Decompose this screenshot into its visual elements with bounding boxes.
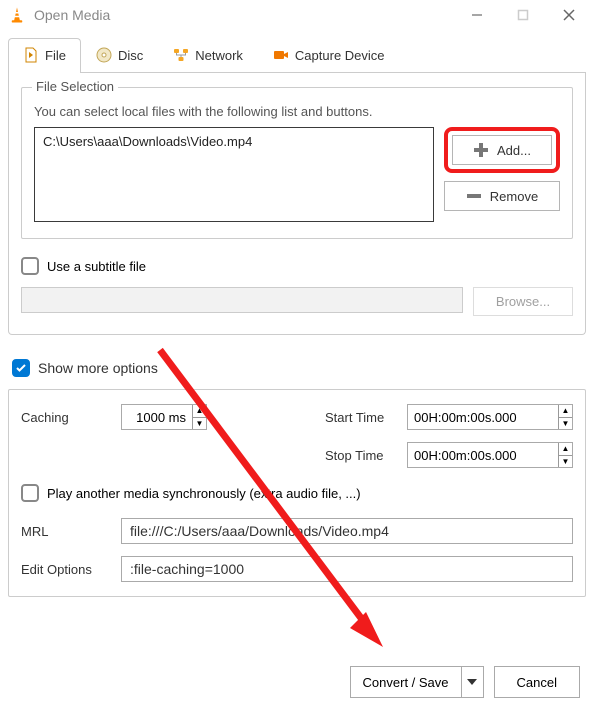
check-icon [15, 362, 27, 374]
start-time-label: Start Time [325, 410, 407, 425]
mrl-label: MRL [21, 524, 121, 539]
edit-options-input[interactable] [121, 556, 573, 582]
show-more-options-label: Show more options [38, 360, 158, 376]
tab-capture-label: Capture Device [295, 48, 385, 63]
file-selection-group: File Selection You can select local file… [21, 87, 573, 239]
start-time-spinner[interactable]: ▲▼ [407, 404, 573, 430]
vlc-cone-icon [8, 6, 26, 24]
tab-disc-label: Disc [118, 48, 143, 63]
caching-label: Caching [21, 410, 121, 425]
cancel-button[interactable]: Cancel [494, 666, 580, 698]
add-button-label: Add... [497, 143, 531, 158]
start-time-input[interactable] [408, 405, 558, 429]
caching-step-up[interactable]: ▲ [193, 405, 206, 418]
subtitle-checkbox[interactable] [21, 257, 39, 275]
tab-file[interactable]: File [8, 38, 81, 73]
caching-spinner[interactable]: ▲▼ [121, 404, 207, 430]
play-sync-label: Play another media synchronously (extra … [47, 486, 361, 501]
disc-icon [96, 47, 112, 63]
tab-capture[interactable]: Capture Device [258, 38, 400, 73]
file-icon [23, 47, 39, 63]
tab-network[interactable]: Network [158, 38, 258, 73]
remove-button[interactable]: Remove [444, 181, 560, 211]
add-button-highlight: Add... [444, 127, 560, 173]
titlebar: Open Media [0, 0, 594, 30]
start-step-down[interactable]: ▼ [559, 418, 572, 430]
convert-save-split-button[interactable]: Convert / Save [350, 666, 484, 698]
footer-buttons: Convert / Save Cancel [350, 666, 580, 698]
play-sync-checkbox[interactable] [21, 484, 39, 502]
tab-disc[interactable]: Disc [81, 38, 158, 73]
caching-input[interactable] [122, 405, 192, 429]
stop-step-down[interactable]: ▼ [559, 456, 572, 468]
stop-time-spinner[interactable]: ▲▼ [407, 442, 573, 468]
minimize-button[interactable] [454, 0, 500, 30]
subtitle-path-field [21, 287, 463, 313]
file-selection-help: You can select local files with the foll… [34, 104, 560, 119]
caching-step-down[interactable]: ▼ [193, 418, 206, 430]
file-selection-legend: File Selection [32, 79, 118, 94]
file-list[interactable]: C:\Users\aaa\Downloads\Video.mp4 [34, 127, 434, 222]
subtitle-browse-label: Browse... [496, 294, 550, 309]
convert-save-button[interactable]: Convert / Save [350, 666, 462, 698]
tab-file-label: File [45, 48, 66, 63]
network-icon [173, 47, 189, 63]
tabs: File Disc Network Capture Device [8, 38, 586, 73]
window-title: Open Media [34, 7, 454, 23]
maximize-button[interactable] [500, 0, 546, 30]
capture-icon [273, 47, 289, 63]
start-step-up[interactable]: ▲ [559, 405, 572, 418]
show-more-options-checkbox[interactable] [12, 359, 30, 377]
chevron-down-icon [467, 679, 477, 685]
stop-time-label: Stop Time [325, 448, 407, 463]
tab-network-label: Network [195, 48, 243, 63]
subtitle-label: Use a subtitle file [47, 259, 146, 274]
close-button[interactable] [546, 0, 592, 30]
file-list-item[interactable]: C:\Users\aaa\Downloads\Video.mp4 [43, 134, 425, 149]
minus-icon [466, 188, 482, 204]
plus-icon [473, 142, 489, 158]
file-panel: File Selection You can select local file… [8, 73, 586, 335]
cancel-label: Cancel [517, 675, 557, 690]
add-button[interactable]: Add... [452, 135, 552, 165]
stop-step-up[interactable]: ▲ [559, 443, 572, 456]
stop-time-input[interactable] [408, 443, 558, 467]
more-options-panel: Caching ▲▼ Start Time ▲▼ Stop Time ▲▼ Pl… [8, 389, 586, 597]
convert-save-label: Convert / Save [363, 675, 449, 690]
convert-dropdown-arrow[interactable] [462, 666, 484, 698]
edit-options-label: Edit Options [21, 562, 121, 577]
mrl-input[interactable] [121, 518, 573, 544]
remove-button-label: Remove [490, 189, 538, 204]
subtitle-browse-button[interactable]: Browse... [473, 287, 573, 316]
